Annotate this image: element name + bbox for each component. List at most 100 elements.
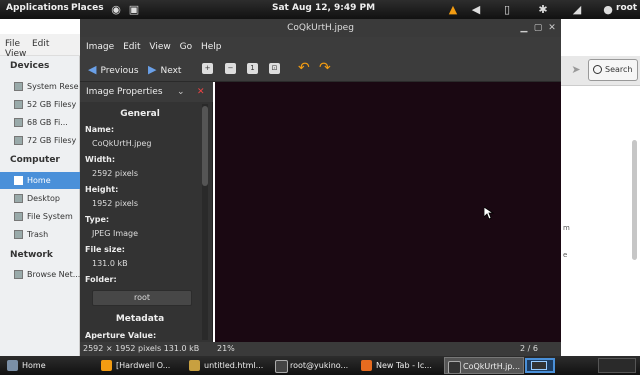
- sidebar-item-desktop[interactable]: Desktop: [0, 190, 80, 207]
- sidebar-item-home[interactable]: Home: [0, 172, 80, 189]
- mouse-cursor-icon: [484, 207, 494, 220]
- close-icon[interactable]: ✕: [546, 22, 558, 34]
- file-size-label: File size:: [85, 245, 125, 254]
- drive-icon: [14, 82, 23, 91]
- sidebar-scrollbar-thumb[interactable]: [202, 106, 208, 186]
- maximize-icon[interactable]: ▢: [532, 22, 544, 34]
- drive-icon: [14, 118, 23, 127]
- drive-icon: [14, 136, 23, 145]
- search-button[interactable]: Search: [588, 59, 638, 81]
- places-menu[interactable]: Places: [71, 3, 104, 13]
- menu-edit[interactable]: Edit: [123, 37, 140, 57]
- zoom-normal-icon[interactable]: 1: [247, 63, 258, 74]
- folder-label: Folder:: [85, 275, 117, 284]
- terminal-launcher-icon[interactable]: ▣: [126, 2, 142, 17]
- sidebar-item-68gb[interactable]: 68 GB Fi...: [0, 114, 80, 131]
- viewer-statusbar: 2592 × 1952 pixels 131.0 kB 21% 2 / 6: [80, 342, 561, 356]
- right-arrow-icon: ▶: [148, 63, 157, 76]
- minimize-icon[interactable]: ▁: [518, 22, 530, 34]
- menu-edit[interactable]: Edit: [32, 39, 49, 49]
- home-icon: [14, 176, 23, 185]
- task-new-tab[interactable]: New Tab - Ic...: [358, 357, 442, 374]
- drive-icon: [14, 212, 23, 221]
- close-sidebar-icon[interactable]: ✕: [197, 82, 205, 102]
- task-hardwell[interactable]: [Hardwell O...: [98, 357, 186, 374]
- firefox-icon: [361, 360, 372, 371]
- sidebar-header[interactable]: Image Properties ⌄ ✕: [80, 82, 213, 102]
- sidebar-item-browse-network[interactable]: Browse Net...: [0, 266, 80, 283]
- rotate-right-icon[interactable]: ↷: [319, 60, 331, 76]
- computer-header: Computer: [10, 155, 60, 165]
- battery-icon[interactable]: ▯: [500, 2, 514, 17]
- firefox-launcher-icon[interactable]: ◉: [108, 2, 124, 17]
- devices-header: Devices: [10, 61, 50, 71]
- user-icon: ●: [603, 3, 613, 16]
- name-value: CoQkUrtH.jpeg: [92, 139, 152, 148]
- menu-image[interactable]: Image: [86, 37, 114, 57]
- text-editor-icon: [189, 360, 200, 371]
- menu-view[interactable]: View: [149, 37, 170, 57]
- forward-arrow-icon[interactable]: ➤: [568, 60, 584, 80]
- previous-button[interactable]: ◀ Previous: [88, 61, 139, 78]
- network-header: Network: [10, 250, 53, 260]
- file-size-value: 131.0 kB: [92, 259, 128, 268]
- search-icon: [593, 65, 602, 74]
- network-icon[interactable]: ◢: [570, 2, 584, 17]
- sidebar-item-52gb[interactable]: 52 GB Filesy: [0, 96, 80, 113]
- aperture-label: Aperture Value:: [85, 331, 157, 340]
- sidebar-item-72gb[interactable]: 72 GB Filesy: [0, 132, 80, 149]
- folder-button[interactable]: root: [92, 290, 192, 306]
- text-fragment: e: [563, 251, 568, 259]
- zoom-in-icon[interactable]: +: [202, 63, 213, 74]
- bluetooth-icon[interactable]: ✱: [537, 2, 549, 17]
- menu-go[interactable]: Go: [180, 37, 192, 57]
- trash-icon: [14, 230, 23, 239]
- chevron-down-icon[interactable]: ⌄: [177, 82, 185, 102]
- volume-icon[interactable]: ◀: [469, 2, 483, 17]
- general-section-header: General: [120, 109, 160, 119]
- image-position: 2 / 6: [520, 344, 538, 353]
- next-button[interactable]: ▶ Next: [148, 61, 181, 78]
- width-value: 2592 pixels: [92, 169, 139, 178]
- height-label: Height:: [85, 185, 119, 194]
- terminal-icon: [275, 360, 288, 373]
- task-untitled-html[interactable]: untitled.html...: [186, 357, 270, 374]
- task-image-viewer[interactable]: CoQkUrtH.jp...: [444, 357, 524, 374]
- sidebar-item-system-reserved[interactable]: System Rese: [0, 78, 80, 95]
- image-dimensions-size: 2592 × 1952 pixels 131.0 kB: [83, 344, 200, 353]
- clock[interactable]: Sat Aug 12, 9:49 PM: [272, 3, 375, 13]
- window-title: CoQkUrtH.jpeg: [287, 23, 354, 33]
- sidebar-item-trash[interactable]: Trash: [0, 226, 80, 243]
- height-value: 1952 pixels: [92, 199, 139, 208]
- sidebar-title: Image Properties: [86, 87, 163, 97]
- workspace-window-preview: [531, 361, 547, 370]
- left-arrow-icon: ◀: [88, 63, 97, 76]
- desktop-icon: [14, 194, 23, 203]
- file-manager-menubar: File Edit View: [0, 34, 80, 59]
- applications-menu[interactable]: Applications: [6, 3, 69, 13]
- name-label: Name:: [85, 125, 115, 134]
- user-name[interactable]: root: [616, 3, 637, 13]
- type-value: JPEG Image: [92, 229, 139, 238]
- zoom-fit-icon[interactable]: ⊡: [269, 63, 280, 74]
- image-canvas[interactable]: [215, 82, 561, 342]
- viewer-menubar: Image Edit View Go Help: [80, 37, 561, 57]
- top-panel: Applications Places ◉ ▣ Sat Aug 12, 9:49…: [0, 0, 640, 19]
- sidebar-item-file-system[interactable]: File System: [0, 208, 80, 225]
- rotate-left-icon[interactable]: ↶: [298, 60, 310, 76]
- menu-file[interactable]: File: [5, 39, 20, 49]
- workspace-2[interactable]: [598, 358, 636, 373]
- menu-help[interactable]: Help: [201, 37, 222, 57]
- zoom-out-icon[interactable]: −: [225, 63, 236, 74]
- vlc-icon: [101, 360, 112, 371]
- network-icon: [14, 270, 23, 279]
- folder-icon: [7, 360, 18, 371]
- drive-icon: [14, 100, 23, 109]
- task-terminal[interactable]: root@yukino...: [272, 357, 356, 374]
- image-viewer-icon: [448, 361, 461, 373]
- viewer-titlebar[interactable]: CoQkUrtH.jpeg ▁ ▢ ✕: [80, 19, 561, 37]
- vlc-icon[interactable]: ▲: [446, 2, 460, 17]
- task-home[interactable]: Home: [4, 357, 96, 374]
- places-sidebar: Devices System Rese 52 GB Filesy 68 GB F…: [0, 56, 80, 356]
- file-manager-scrollbar[interactable]: [632, 140, 637, 260]
